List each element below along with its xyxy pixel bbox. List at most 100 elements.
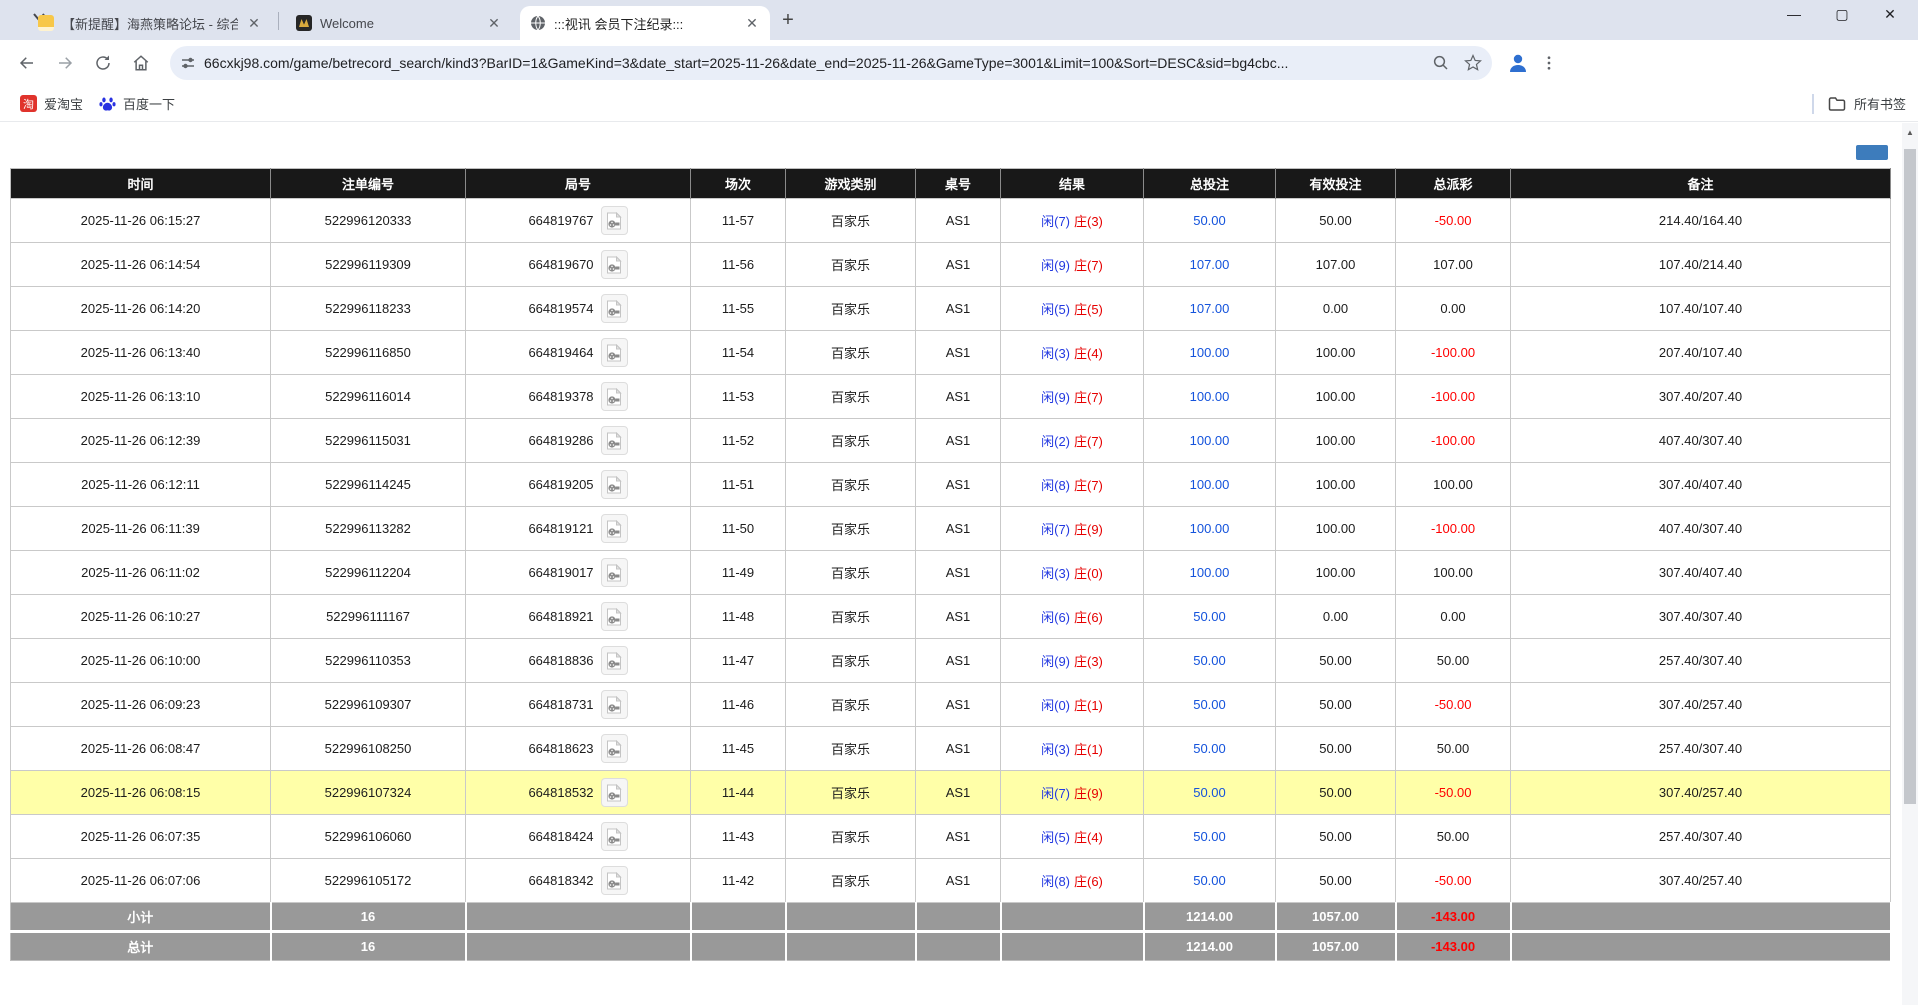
cell-total-bet: 100.00 bbox=[1144, 419, 1276, 463]
cell-note: 214.40/164.40 bbox=[1511, 199, 1891, 243]
subtotal-row: 小计 16 1214.00 1057.00 -143.00 bbox=[11, 903, 1891, 932]
table-row[interactable]: 2025-11-26 06:08:15 522996107324 6648185… bbox=[11, 771, 1891, 815]
table-row[interactable]: 2025-11-26 06:12:39 522996115031 6648192… bbox=[11, 419, 1891, 463]
video-replay-button[interactable] bbox=[601, 338, 628, 367]
table-row[interactable]: 2025-11-26 06:08:47 522996108250 6648186… bbox=[11, 727, 1891, 771]
cell-payout: 107.00 bbox=[1396, 243, 1511, 287]
cell-bet-id: 522996119309 bbox=[271, 243, 466, 287]
col-round: 局号 bbox=[466, 169, 691, 199]
table-row[interactable]: 2025-11-26 06:10:00 522996110353 6648188… bbox=[11, 639, 1891, 683]
zoom-icon[interactable] bbox=[1432, 54, 1450, 72]
video-replay-button[interactable] bbox=[601, 646, 628, 675]
partial-blue-button[interactable] bbox=[1856, 145, 1888, 160]
new-tab-button[interactable]: + bbox=[776, 9, 800, 32]
close-window-button[interactable]: ✕ bbox=[1880, 6, 1900, 23]
tab-strip: 【新提醒】海燕策略论坛 - 综合 ✕ Welcome ✕ :::视讯 会员下注纪… bbox=[0, 0, 1918, 40]
table-row[interactable]: 2025-11-26 06:10:27 522996111167 6648189… bbox=[11, 595, 1891, 639]
tab-title: :::视讯 会员下注纪录::: bbox=[554, 14, 736, 33]
cell-game-type: 百家乐 bbox=[786, 859, 916, 903]
video-replay-button[interactable] bbox=[601, 602, 628, 631]
cell-round: 664818623 bbox=[466, 727, 691, 771]
cell-game-type: 百家乐 bbox=[786, 243, 916, 287]
video-replay-button[interactable] bbox=[601, 382, 628, 411]
table-row[interactable]: 2025-11-26 06:12:11 522996114245 6648192… bbox=[11, 463, 1891, 507]
video-replay-button[interactable] bbox=[601, 426, 628, 455]
video-replay-button[interactable] bbox=[601, 690, 628, 719]
cell-payout: 50.00 bbox=[1396, 727, 1511, 771]
video-replay-button[interactable] bbox=[601, 866, 628, 895]
back-icon[interactable] bbox=[10, 46, 44, 80]
cell-result: 闲(9)庄(3) bbox=[1001, 639, 1144, 683]
menu-dots-icon[interactable] bbox=[1540, 54, 1558, 72]
cell-total-bet: 107.00 bbox=[1144, 243, 1276, 287]
maximize-button[interactable]: ▢ bbox=[1832, 6, 1852, 23]
cell-bet-id: 522996109307 bbox=[271, 683, 466, 727]
cell-valid-bet: 50.00 bbox=[1276, 683, 1396, 727]
table-row[interactable]: 2025-11-26 06:09:23 522996109307 6648187… bbox=[11, 683, 1891, 727]
video-replay-button[interactable] bbox=[601, 206, 628, 235]
close-tab-icon[interactable]: ✕ bbox=[744, 15, 760, 32]
table-row[interactable]: 2025-11-26 06:14:54 522996119309 6648196… bbox=[11, 243, 1891, 287]
video-replay-button[interactable] bbox=[601, 470, 628, 499]
globe-favicon bbox=[530, 15, 546, 31]
cell-bet-id: 522996113282 bbox=[271, 507, 466, 551]
bet-record-table: 时间 注单编号 局号 场次 游戏类别 桌号 结果 总投注 有效投注 总派彩 备注… bbox=[10, 168, 1892, 961]
scrollbar-up-arrow[interactable]: ▲ bbox=[1902, 123, 1918, 141]
total-label: 总计 bbox=[11, 932, 271, 961]
reload-icon[interactable] bbox=[86, 46, 120, 80]
cell-session: 11-53 bbox=[691, 375, 786, 419]
close-tab-icon[interactable]: ✕ bbox=[246, 15, 262, 32]
total-count: 16 bbox=[271, 932, 466, 961]
video-replay-button[interactable] bbox=[601, 294, 628, 323]
cell-result: 闲(9)庄(7) bbox=[1001, 375, 1144, 419]
cell-time: 2025-11-26 06:12:39 bbox=[11, 419, 271, 463]
table-row[interactable]: 2025-11-26 06:13:10 522996116014 6648193… bbox=[11, 375, 1891, 419]
cell-game-type: 百家乐 bbox=[786, 639, 916, 683]
table-row[interactable]: 2025-11-26 06:15:27 522996120333 6648197… bbox=[11, 199, 1891, 243]
cell-total-bet: 100.00 bbox=[1144, 507, 1276, 551]
cell-bet-id: 522996116850 bbox=[271, 331, 466, 375]
cell-session: 11-48 bbox=[691, 595, 786, 639]
scrollbar-thumb[interactable] bbox=[1904, 149, 1916, 804]
cell-valid-bet: 100.00 bbox=[1276, 375, 1396, 419]
cell-table-no: AS1 bbox=[916, 287, 1001, 331]
round-number: 664819464 bbox=[528, 345, 593, 360]
bookmark-star-icon[interactable] bbox=[1464, 54, 1482, 72]
video-replay-button[interactable] bbox=[601, 778, 628, 807]
table-row[interactable]: 2025-11-26 06:07:35 522996106060 6648184… bbox=[11, 815, 1891, 859]
cell-time: 2025-11-26 06:10:27 bbox=[11, 595, 271, 639]
video-replay-button[interactable] bbox=[601, 250, 628, 279]
cell-payout: 100.00 bbox=[1396, 463, 1511, 507]
forward-icon[interactable] bbox=[48, 46, 82, 80]
round-number: 664818424 bbox=[528, 829, 593, 844]
table-row[interactable]: 2025-11-26 06:14:20 522996118233 6648195… bbox=[11, 287, 1891, 331]
cell-total-bet: 107.00 bbox=[1144, 287, 1276, 331]
table-row[interactable]: 2025-11-26 06:07:06 522996105172 6648183… bbox=[11, 859, 1891, 903]
url-text[interactable]: 66cxkj98.com/game/betrecord_search/kind3… bbox=[204, 55, 1432, 71]
site-info-icon[interactable] bbox=[180, 55, 196, 71]
cell-payout: 100.00 bbox=[1396, 551, 1511, 595]
cell-session: 11-55 bbox=[691, 287, 786, 331]
video-replay-button[interactable] bbox=[601, 514, 628, 543]
table-row[interactable]: 2025-11-26 06:11:02 522996112204 6648190… bbox=[11, 551, 1891, 595]
table-row[interactable]: 2025-11-26 06:13:40 522996116850 6648194… bbox=[11, 331, 1891, 375]
bookmark-baidu[interactable]: 百度一下 bbox=[91, 90, 183, 117]
tab-welcome[interactable]: Welcome ✕ bbox=[286, 6, 512, 40]
video-replay-button[interactable] bbox=[601, 558, 628, 587]
bookmark-taobao[interactable]: 淘 爱淘宝 bbox=[12, 90, 91, 117]
minimize-button[interactable]: — bbox=[1784, 6, 1804, 23]
table-row[interactable]: 2025-11-26 06:11:39 522996113282 6648191… bbox=[11, 507, 1891, 551]
profile-avatar[interactable] bbox=[1506, 51, 1530, 75]
cell-time: 2025-11-26 06:08:47 bbox=[11, 727, 271, 771]
home-icon[interactable] bbox=[124, 46, 158, 80]
all-bookmarks-button[interactable]: 所有书签 bbox=[1854, 94, 1906, 113]
address-bar[interactable]: 66cxkj98.com/game/betrecord_search/kind3… bbox=[170, 46, 1492, 80]
tab-forum[interactable]: 【新提醒】海燕策略论坛 - 综合 ✕ bbox=[28, 6, 272, 40]
vertical-scrollbar[interactable]: ▲ bbox=[1902, 123, 1918, 1005]
tab-bet-records[interactable]: :::视讯 会员下注纪录::: ✕ bbox=[520, 6, 770, 40]
cell-session: 11-47 bbox=[691, 639, 786, 683]
close-tab-icon[interactable]: ✕ bbox=[486, 15, 502, 32]
video-replay-button[interactable] bbox=[601, 734, 628, 763]
cell-game-type: 百家乐 bbox=[786, 551, 916, 595]
video-replay-button[interactable] bbox=[601, 822, 628, 851]
